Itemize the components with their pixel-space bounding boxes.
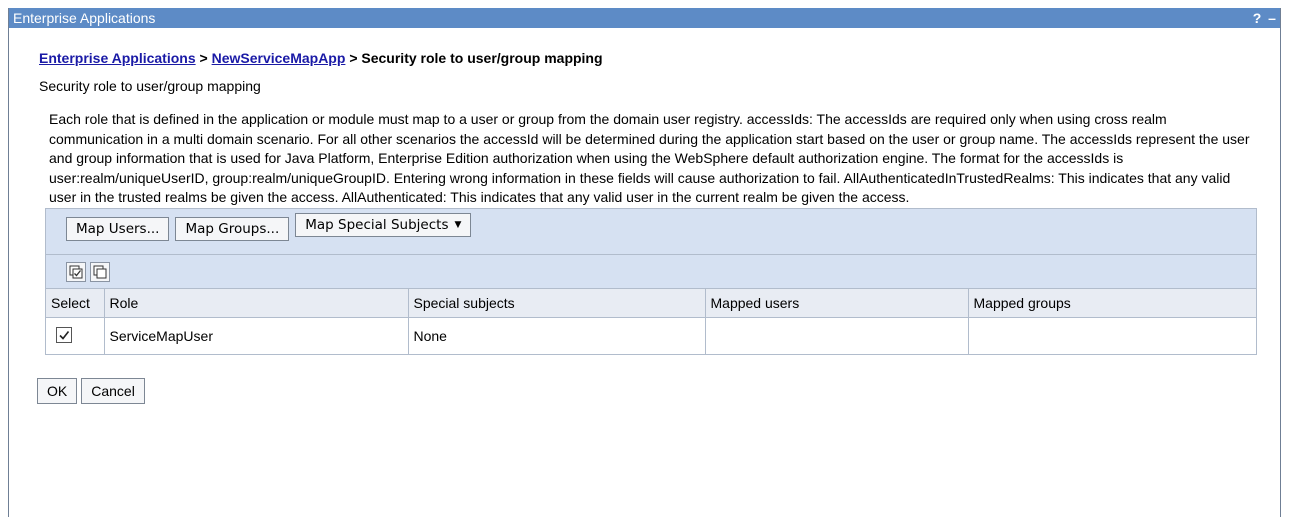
selection-iconbar [46, 254, 1256, 289]
select-all-icon[interactable] [66, 261, 86, 282]
map-users-button[interactable]: Map Users... [66, 216, 170, 241]
ok-button[interactable]: OK [37, 377, 78, 404]
special-subjects-cell: None [408, 317, 706, 354]
column-header-mapped-users[interactable]: Mapped users [705, 288, 969, 318]
role-cell: ServiceMapUser [104, 317, 409, 354]
column-header-mapped-groups[interactable]: Mapped groups [968, 288, 1256, 318]
breadcrumb-link-enterprise-applications[interactable]: Enterprise Applications [39, 50, 196, 66]
column-header-select[interactable]: Select [46, 288, 105, 318]
row-select-checkbox[interactable] [56, 327, 72, 344]
page-subtitle: Security role to user/group mapping [39, 78, 261, 94]
enterprise-applications-panel: Enterprise Applications ? – Enterprise A… [8, 8, 1281, 517]
map-special-subjects-label: Map Special Subjects [305, 216, 449, 233]
breadcrumb: Enterprise Applications > NewServiceMapA… [39, 50, 1258, 66]
grid-toolbar: Map Users... Map Groups... Map Special S… [46, 208, 1256, 255]
breadcrumb-separator: > [349, 50, 358, 66]
breadcrumb-current: Security role to user/group mapping [361, 50, 603, 66]
table-row: ServiceMapUser None [46, 317, 1256, 354]
map-groups-button[interactable]: Map Groups... [175, 216, 290, 241]
mapped-users-cell [705, 317, 969, 354]
column-header-special-subjects[interactable]: Special subjects [408, 288, 706, 318]
select-cell [46, 317, 105, 354]
deselect-all-icon[interactable] [90, 261, 110, 282]
panel-titlebar: Enterprise Applications ? – [9, 8, 1280, 28]
help-icon[interactable]: ? [1251, 8, 1263, 28]
minimize-icon[interactable]: – [1266, 8, 1278, 28]
mapped-groups-cell [968, 318, 1256, 354]
checkmark-icon [59, 331, 70, 340]
map-special-subjects-button[interactable]: Map Special Subjects ▼ [295, 212, 472, 237]
panel-title: Enterprise Applications [13, 10, 156, 26]
page-description: Each role that is defined in the applica… [49, 111, 1250, 205]
cancel-button[interactable]: Cancel [81, 377, 145, 404]
breadcrumb-link-newservicemapapp[interactable]: NewServiceMapApp [212, 50, 346, 66]
chevron-down-icon: ▼ [454, 219, 462, 230]
titlebar-controls: ? – [1251, 8, 1278, 28]
table-header-row: Select Role Special subjects Mapped user… [46, 288, 1256, 318]
breadcrumb-separator: > [199, 50, 208, 66]
page-content: Enterprise Applications > NewServiceMapA… [9, 50, 1280, 404]
column-header-role[interactable]: Role [104, 288, 409, 318]
role-mapping-table: Select Role Special subjects Mapped user… [46, 288, 1256, 354]
form-actions: OK Cancel [37, 377, 1258, 404]
role-mapping-grid: Map Users... Map Groups... Map Special S… [45, 207, 1257, 355]
